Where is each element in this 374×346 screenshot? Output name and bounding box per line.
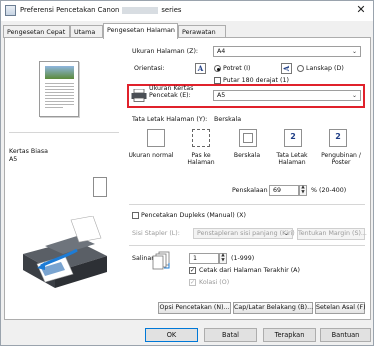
rotate-180-checkbox[interactable] xyxy=(214,77,221,84)
collate-label: Kolasi (O) xyxy=(199,279,230,286)
print-from-last-page-label: Cetak dari Halaman Terakhir (A) xyxy=(199,267,300,274)
cancel-button[interactable]: Batal xyxy=(204,328,257,342)
scaled-inner xyxy=(243,133,253,143)
scaling-input[interactable]: 69 xyxy=(269,185,299,196)
page-preview xyxy=(39,61,79,117)
portrait-radio[interactable] xyxy=(214,65,221,72)
printer-illustration xyxy=(23,216,107,288)
page-layout-label: Tata Letak Halaman (Y): xyxy=(132,116,208,123)
chevron-down-icon: ⌄ xyxy=(283,230,289,237)
chevron-down-icon: ⌄ xyxy=(351,48,357,55)
print-from-last-page-checkbox[interactable]: ✓ xyxy=(189,267,196,274)
portrait-label: Potret (I) xyxy=(223,65,251,72)
close-icon[interactable]: ✕ xyxy=(353,2,369,18)
layout-caption-tiling: Pengubinan / Poster xyxy=(321,152,361,166)
copies-stack-icon xyxy=(152,251,170,270)
stapling-side-value: Penstapleran sisi panjang (Kiri) xyxy=(197,230,295,237)
copies-input[interactable]: 1 xyxy=(189,253,219,264)
tab-page-setup[interactable]: Pengesetan Halaman xyxy=(103,23,178,39)
stamp-background-button[interactable]: Cap/Latar Belakang (B)... xyxy=(233,302,313,314)
print-options-button[interactable]: Opsi Pencetakan (N)... xyxy=(158,302,231,314)
stapling-side-select[interactable]: Penstapleran sisi panjang (Kiri) ⌄ xyxy=(193,228,295,239)
window-title-suffix: series xyxy=(161,6,182,14)
page-size-label: Ukuran Halaman (Z): xyxy=(132,48,199,55)
landscape-label: Lanskap (D) xyxy=(306,65,344,72)
stapling-side-label: Sisi Stapler (L): xyxy=(132,230,180,237)
section-separator xyxy=(129,204,365,205)
scaling-range-label: % (20-400) xyxy=(311,187,347,194)
section-separator xyxy=(129,245,365,246)
help-button[interactable]: Bantuan xyxy=(320,328,371,342)
preview-separator xyxy=(9,132,119,133)
preview-text-line xyxy=(45,86,74,87)
normal-size-icon[interactable] xyxy=(147,129,165,147)
preview-text-line xyxy=(45,89,74,90)
printer-paper-size-label: Ukuran Kertas Pencetak (E): xyxy=(149,85,193,99)
specify-margin-button[interactable]: Tentukan Margin (S)... xyxy=(297,228,367,240)
redacted-model-name xyxy=(122,6,159,14)
printing-preferences-window: Preferensi Pencetakan Canon series ✕ Peng… xyxy=(0,0,374,346)
printer-paper-size-select[interactable]: A5 ⌄ xyxy=(213,90,361,101)
apply-button[interactable]: Terapkan xyxy=(263,328,316,342)
layout-caption-fit: Pas ke Halaman xyxy=(187,152,215,166)
scaled-icon[interactable] xyxy=(239,129,257,147)
title-bar: Preferensi Pencetakan Canon series ✕ xyxy=(1,1,373,21)
orientation-label: Orientasi: xyxy=(134,65,165,72)
chevron-down-icon: ⌄ xyxy=(351,92,357,99)
scaling-stepper[interactable]: ▲ ▼ xyxy=(299,185,307,196)
duplex-checkbox[interactable] xyxy=(132,212,139,219)
page-layout-icon[interactable]: 2 xyxy=(284,129,302,147)
fit-to-page-icon[interactable] xyxy=(192,129,210,147)
preview-text-line xyxy=(45,92,74,93)
window-title-prefix: Preferensi Pencetakan Canon xyxy=(20,6,120,14)
printer-app-icon xyxy=(5,5,16,16)
portrait-orientation-icon: A xyxy=(195,63,206,74)
layout-caption-page-layout: Tata Letak Halaman xyxy=(276,152,308,166)
printer-paper-size-label-line2: Pencetak (E): xyxy=(149,91,191,99)
restore-defaults-button[interactable]: Setelan Asal (F) xyxy=(315,302,366,314)
page-layout-current-value: Berskala xyxy=(214,116,242,123)
collate-checkbox[interactable]: ✓ xyxy=(189,279,196,286)
duplex-label: Pencetakan Dupleks (Manual) (X) xyxy=(141,212,246,219)
page-size-value: A4 xyxy=(217,48,226,55)
page-layout-icon-number: 2 xyxy=(290,132,296,141)
preview-text-line xyxy=(45,83,74,84)
page-size-select[interactable]: A4 ⌄ xyxy=(213,46,361,57)
preview-text-line xyxy=(45,107,63,108)
tiling-poster-icon-number: 2 xyxy=(335,132,341,141)
copies-stepper[interactable]: ▲ ▼ xyxy=(219,253,227,264)
copies-range-label: (1-999) xyxy=(231,255,255,262)
preview-text-line xyxy=(45,104,74,105)
window-title: Preferensi Pencetakan Canon series xyxy=(20,6,181,14)
media-type-label: Kertas Biasa xyxy=(9,148,48,155)
landscape-radio[interactable] xyxy=(297,65,304,72)
ok-button[interactable]: OK xyxy=(145,328,198,342)
paper-size-label: A5 xyxy=(9,156,18,163)
printer-icon xyxy=(131,89,147,102)
preview-text-line xyxy=(45,95,74,96)
layout-caption-scaled: Berskala xyxy=(233,152,261,159)
preview-image xyxy=(45,66,74,79)
rotate-180-label: Putar 180 derajat (1) xyxy=(223,77,289,84)
tiling-poster-icon[interactable]: 2 xyxy=(329,129,347,147)
paper-thumbnail xyxy=(93,177,107,197)
layout-caption-normal: Ukuran normal xyxy=(128,152,174,159)
preview-text-line xyxy=(45,101,74,102)
preview-text-line xyxy=(45,98,74,99)
printer-paper-size-value: A5 xyxy=(217,92,226,99)
landscape-orientation-icon: A xyxy=(281,63,292,74)
